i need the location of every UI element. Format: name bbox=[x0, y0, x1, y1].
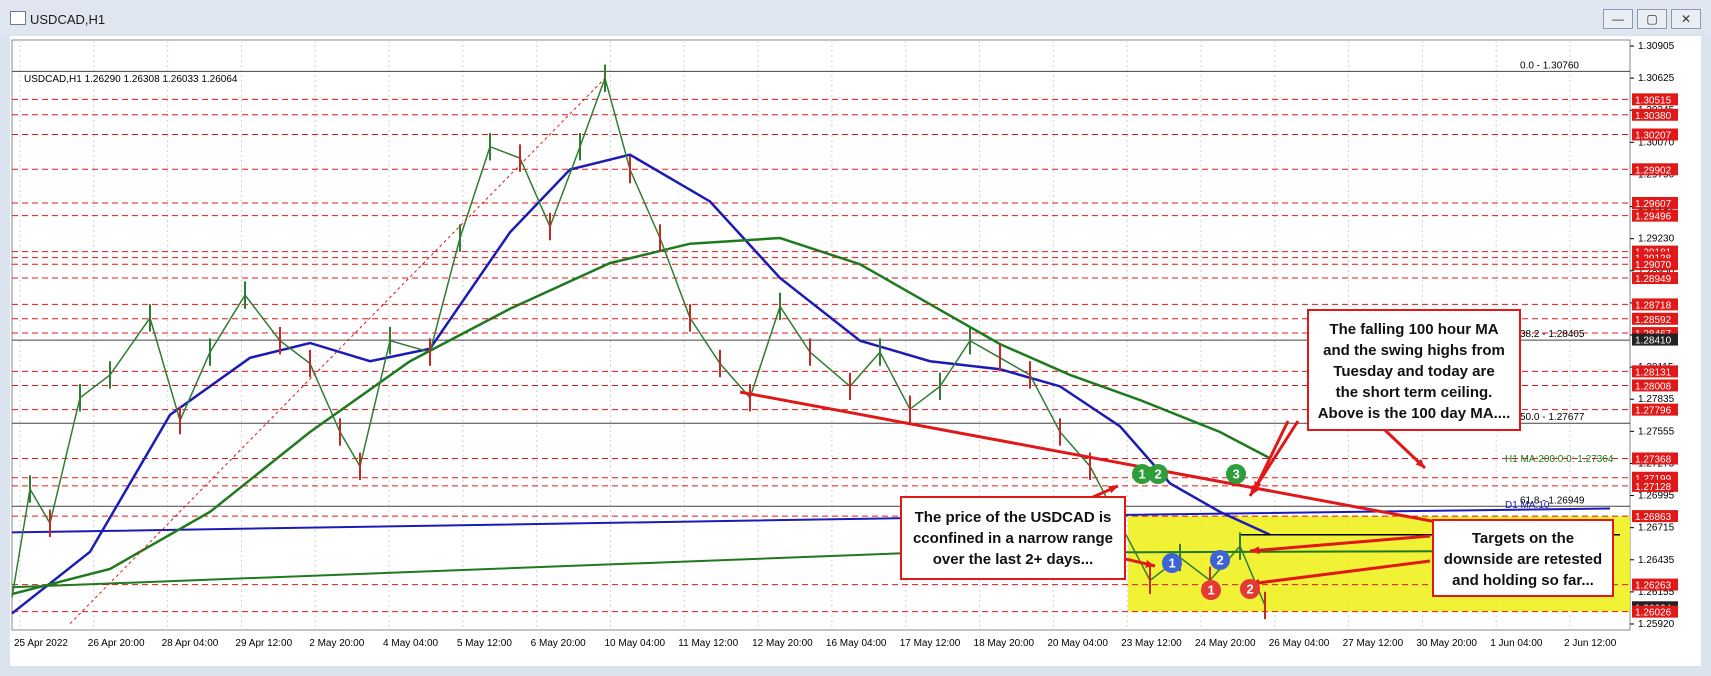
note-line: The price of the USDCAD is bbox=[914, 509, 1112, 526]
note-line: Tuesday and today are bbox=[1333, 363, 1495, 380]
level-label: 1.28008 bbox=[1635, 381, 1672, 392]
time-axis-label: 29 Apr 12:00 bbox=[235, 638, 292, 649]
green-marker-2-label: 2 bbox=[1155, 467, 1162, 482]
window-title: USDCAD,H1 bbox=[30, 12, 106, 27]
time-axis-label: 6 May 20:00 bbox=[531, 638, 586, 649]
maximize-button[interactable]: ▢ bbox=[1637, 9, 1667, 29]
level-label: 1.29902 bbox=[1635, 165, 1672, 176]
time-axis-label: 2 Jun 12:00 bbox=[1564, 638, 1617, 649]
chart-info-label: USDCAD,H1 1.26290 1.26308 1.26033 1.2606… bbox=[24, 74, 238, 85]
level-label: 1.27368 bbox=[1635, 454, 1672, 465]
time-axis-label: 4 May 04:00 bbox=[383, 638, 438, 649]
level-label: 1.29496 bbox=[1635, 212, 1672, 223]
ceiling-annotation: The falling 100 hour MA and the swing hi… bbox=[1307, 309, 1521, 431]
time-axis-label: 12 May 20:00 bbox=[752, 638, 813, 649]
time-axis-label: 23 May 12:00 bbox=[1121, 638, 1182, 649]
time-axis-label: 17 May 12:00 bbox=[900, 638, 961, 649]
level-label: 1.29070 bbox=[1635, 260, 1672, 271]
blue-marker-1-label: 1 bbox=[1169, 556, 1176, 571]
range-annotation: The price of the USDCAD is cconfined in … bbox=[900, 496, 1126, 580]
time-axis-label: 2 May 20:00 bbox=[309, 638, 364, 649]
time-axis-label: 10 May 04:00 bbox=[604, 638, 665, 649]
time-axis-label: 25 Apr 2022 bbox=[14, 638, 68, 649]
level-label: 1.30380 bbox=[1635, 111, 1672, 122]
level-label: 1.30515 bbox=[1635, 95, 1672, 106]
note-line: Targets on the bbox=[1471, 530, 1575, 547]
time-axis-label: 30 May 20:00 bbox=[1416, 638, 1477, 649]
red-marker-1-label: 1 bbox=[1208, 583, 1215, 598]
minimize-button[interactable]: — bbox=[1603, 9, 1633, 29]
price-tick-label: 1.30905 bbox=[1638, 41, 1675, 52]
note-line: the short term ceiling. bbox=[1335, 384, 1493, 401]
level-label: 1.26263 bbox=[1635, 581, 1672, 592]
level-label: 1.26863 bbox=[1635, 512, 1672, 523]
time-axis-label: 24 May 20:00 bbox=[1195, 638, 1256, 649]
note-line: cconfined in a narrow range bbox=[912, 530, 1114, 547]
note-line: and the swing highs from bbox=[1323, 342, 1505, 359]
red-marker-2-label: 2 bbox=[1247, 582, 1254, 597]
fib-label: 0.0 - 1.30760 bbox=[1520, 60, 1579, 71]
time-axis-label: 26 May 04:00 bbox=[1269, 638, 1330, 649]
note-line: The falling 100 hour MA bbox=[1329, 321, 1499, 338]
price-tick-label: 1.27835 bbox=[1638, 394, 1675, 405]
title-bar: USDCAD,H1 — ▢ ✕ bbox=[0, 0, 1711, 34]
price-tick-label: 1.25920 bbox=[1638, 619, 1675, 630]
terminal-window: USDCAD,H1 — ▢ ✕ 1.309051.306251.303451.3… bbox=[0, 0, 1711, 676]
ma-label: H1 MA:200:0:0: 1.27364 bbox=[1505, 454, 1614, 465]
close-button[interactable]: ✕ bbox=[1671, 9, 1701, 29]
price-tick-label: 1.26715 bbox=[1638, 523, 1675, 534]
level-label: 1.28949 bbox=[1635, 274, 1672, 285]
note-line: downside are retested bbox=[1443, 551, 1603, 568]
fib-label: 38.2 - 1.28405 bbox=[1520, 329, 1585, 340]
level-label: 1.28592 bbox=[1635, 315, 1672, 326]
level-label: 1.26026 bbox=[1635, 608, 1672, 619]
time-axis-label: 28 Apr 04:00 bbox=[162, 638, 219, 649]
level-label: 1.28410 bbox=[1635, 336, 1672, 347]
time-axis-label: 1 Jun 04:00 bbox=[1490, 638, 1543, 649]
level-label: 1.27796 bbox=[1635, 406, 1672, 417]
time-axis-label: 20 May 04:00 bbox=[1047, 638, 1108, 649]
note-line: over the last 2+ days... bbox=[932, 551, 1094, 568]
chart-window-icon bbox=[10, 11, 26, 25]
price-tick-label: 1.29230 bbox=[1638, 234, 1675, 245]
time-axis-label: 16 May 04:00 bbox=[826, 638, 887, 649]
green-marker-1-label: 1 bbox=[1139, 467, 1146, 482]
time-axis-label: 26 Apr 20:00 bbox=[88, 638, 145, 649]
level-label: 1.30207 bbox=[1635, 130, 1672, 141]
time-axis-label: 5 May 12:00 bbox=[457, 638, 512, 649]
targets-annotation: Targets on the downside are retested and… bbox=[1432, 519, 1614, 597]
price-tick-label: 1.27555 bbox=[1638, 426, 1675, 437]
level-label: 1.28131 bbox=[1635, 367, 1672, 378]
green-marker-3-label: 3 bbox=[1233, 467, 1240, 482]
time-axis-label: 18 May 20:00 bbox=[974, 638, 1035, 649]
fib-label: 50.0 - 1.27677 bbox=[1520, 412, 1585, 423]
level-label: 1.27128 bbox=[1635, 482, 1672, 493]
time-axis-label: 11 May 12:00 bbox=[678, 638, 738, 649]
price-chart[interactable]: 1.309051.306251.303451.300701.297901.295… bbox=[10, 36, 1701, 666]
blue-marker-2-label: 2 bbox=[1217, 553, 1224, 568]
price-tick-label: 1.30625 bbox=[1638, 73, 1675, 84]
level-label: 1.29607 bbox=[1635, 199, 1672, 210]
note-line: Above is the 100 day MA.... bbox=[1317, 405, 1511, 422]
price-tick-label: 1.26435 bbox=[1638, 555, 1675, 566]
level-label: 1.28718 bbox=[1635, 300, 1672, 311]
note-line: and holding so far... bbox=[1452, 572, 1594, 589]
time-axis-label: 27 May 12:00 bbox=[1343, 638, 1404, 649]
